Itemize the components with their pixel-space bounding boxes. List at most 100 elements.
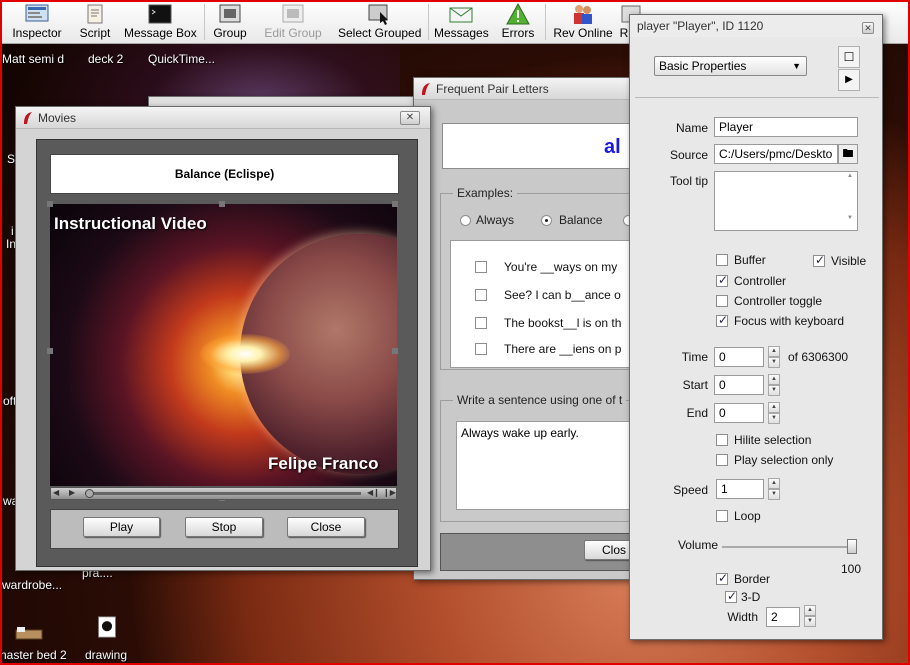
window-titlebar[interactable]: Frequent Pair Letters [414,78,642,100]
errors-button[interactable]: Errors [500,1,536,42]
balance-radio[interactable] [541,215,552,226]
controller-toggle-checkbox[interactable] [716,295,728,307]
sentence-text: You're __ways on my [504,260,618,274]
close-window-button[interactable]: ✕ [400,111,420,125]
resize-handle[interactable] [392,201,398,207]
messages-button[interactable]: Messages [434,1,489,42]
visible-checkbox[interactable] [813,253,825,267]
buffer-checkbox[interactable] [716,254,728,266]
panel-select[interactable]: Basic Properties ▼ [654,56,807,76]
play-icon[interactable]: ▶ [69,488,75,497]
play-arrow-icon[interactable]: ▶ [838,69,860,91]
focus-with-keyboard-checkbox[interactable] [716,313,728,327]
resize-handle[interactable] [47,348,53,354]
bed-icon[interactable] [14,622,44,644]
scrub-track[interactable] [85,492,361,495]
hilite-selection-checkbox[interactable] [716,434,728,446]
duration-label: of 6306300 [788,350,849,364]
app-logo-icon [422,83,430,95]
speed-field[interactable]: 1 [716,479,764,499]
group-button[interactable]: Group [212,1,248,42]
select-grouped-button[interactable]: Select Grouped [338,1,421,42]
loop-checkbox[interactable] [716,510,728,522]
desktop-icon-label[interactable]: i [11,224,14,238]
focus-with-keyboard-label: Focus with keyboard [734,314,845,328]
inspector-icon [25,4,49,22]
errors-icon [506,2,530,25]
controller-checkbox[interactable] [716,273,728,287]
sentence-checkbox[interactable] [475,261,487,273]
visible-label: Visible [831,254,867,268]
start-stepper[interactable]: ▲ ▼ [768,374,780,396]
script-button[interactable]: Script [76,1,114,42]
width-field[interactable]: 2 [766,607,800,627]
volume-slider-track[interactable] [722,546,856,548]
window-titlebar[interactable]: Movies ✕ [16,107,430,129]
scrub-thumb[interactable] [85,489,94,498]
window-title: Movies [38,111,77,125]
name-label: Name [675,121,708,135]
folder-icon[interactable]: 🖿 [838,144,858,164]
close-button[interactable]: Close [287,517,365,537]
speed-label: Speed [673,483,708,497]
stop-button[interactable]: Stop [185,517,263,537]
time-field[interactable]: 0 [714,347,764,367]
start-field[interactable]: 0 [714,375,764,395]
3d-label: 3-D [741,590,761,604]
edit-group-button[interactable]: Edit Group [262,1,324,42]
play-button[interactable]: Play [83,517,160,537]
edit-group-icon [282,4,304,23]
desktop-icon-label[interactable]: QuickTime... [148,52,215,66]
resize-handle[interactable] [47,201,53,207]
video-player[interactable]: Instructional Video Felipe Franco [50,204,397,486]
sun-flare-graphic [200,334,290,374]
volume-icon[interactable]: ◀ [53,488,59,497]
start-label: Start [682,378,708,392]
lock-icon[interactable]: ☐ [838,46,860,68]
end-field[interactable]: 0 [714,403,764,423]
desktop-icon-label[interactable]: naster bed 2 [0,648,67,662]
video-overlay-author: Felipe Franco [268,454,379,473]
desktop-icon-label[interactable]: Matt semi d [2,52,64,66]
desktop-icon-label[interactable]: drawing [85,648,127,662]
sentence-checkbox[interactable] [475,317,487,329]
step-forward-icon[interactable]: ❙▶ [383,488,396,497]
tooltip-field[interactable] [714,171,858,231]
time-stepper[interactable]: ▲ ▼ [768,346,780,368]
speed-stepper[interactable]: ▲ ▼ [768,478,780,500]
letter-pair-text: al [604,136,621,158]
always-radio[interactable] [460,215,471,226]
inspector-button[interactable]: Inspector [6,1,68,42]
sentence-text: See? I can b__ance o [504,288,621,302]
property-inspector-window: player "Player", ID 1120 ✕ Basic Propert… [629,14,883,640]
3d-checkbox[interactable] [725,589,737,603]
video-title: Balance (Eclispe) [50,154,399,194]
desktop-icon-label[interactable]: deck 2 [88,52,123,66]
close-window-button[interactable]: ✕ [862,22,874,34]
sentence-checkbox[interactable] [475,343,487,355]
always-radio-label: Always [476,213,515,227]
resize-handle[interactable] [219,201,225,207]
sentence-input[interactable]: Always wake up early. [456,421,646,510]
play-selection-checkbox[interactable] [716,454,728,466]
buffer-label: Buffer [734,253,766,267]
sentence-checkbox[interactable] [475,289,487,301]
controller-toggle-label: Controller toggle [734,294,823,308]
rev-online-button[interactable]: Rev Online [552,1,614,42]
message-box-button[interactable]: Message Box [124,1,197,42]
source-field[interactable]: C:/Users/pmc/Deskto [714,144,838,164]
width-stepper[interactable]: ▲ ▼ [804,605,816,627]
volume-slider-thumb[interactable] [847,539,857,554]
end-stepper[interactable]: ▲ ▼ [768,402,780,424]
resize-handle[interactable] [392,348,398,354]
desktop-icon-label[interactable]: wardrobe... [2,578,62,592]
name-field[interactable]: Player [714,117,858,137]
toolbar-divider [428,4,429,40]
source-label: Source [669,148,708,162]
step-back-icon[interactable]: ◀❙ [367,488,380,497]
window-titlebar[interactable]: player "Player", ID 1120 ✕ [630,15,882,37]
border-checkbox[interactable] [716,571,728,585]
drawing-icon[interactable] [92,616,122,638]
tooltip-scrollbar[interactable]: ▲ ▼ [844,173,856,229]
movies-window: Movies ✕ Balance (Eclispe) Instructional… [15,106,431,571]
